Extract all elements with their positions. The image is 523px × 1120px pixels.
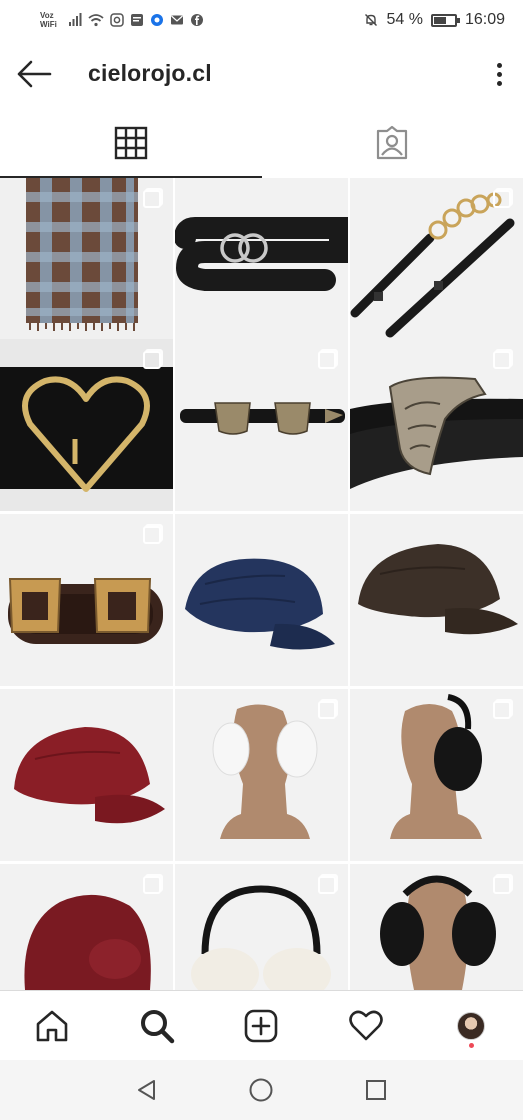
mute-bell-icon [365, 14, 378, 26]
heart-icon [349, 1010, 383, 1040]
recents-square-icon [365, 1080, 386, 1100]
search-icon [140, 1009, 175, 1043]
system-back-button[interactable] [127, 1070, 167, 1110]
carrier-label: Voz WiFi [40, 11, 62, 29]
post-cream-earmuffs[interactable] [175, 864, 348, 990]
tab-posts-grid[interactable] [0, 108, 262, 178]
wifi-icon [88, 14, 104, 27]
post-red-fur-hat[interactable] [0, 864, 173, 990]
signal-icon [69, 13, 82, 26]
page-title: cielorojo.cl [88, 60, 212, 86]
brown-newsboy-cap-image [350, 514, 523, 686]
status-right: 54 % 16:09 [364, 11, 505, 29]
mail-notification-icon [171, 15, 183, 25]
multi-post-icon [143, 876, 161, 894]
nav-new-post[interactable] [235, 1000, 287, 1052]
nav-profile[interactable] [445, 1000, 497, 1052]
message-notification-icon [131, 14, 143, 26]
post-black-fur-earmuffs[interactable] [350, 864, 523, 990]
multi-post-icon [493, 876, 511, 894]
system-recents-button[interactable] [356, 1070, 396, 1110]
carrier-line-1: Voz [40, 11, 54, 20]
nav-home[interactable] [26, 1000, 78, 1052]
post-heart-buckle-belt[interactable] [0, 339, 173, 511]
battery-percent: 54 % [386, 11, 423, 28]
carrier-line-2: WiFi [40, 20, 57, 29]
post-navy-newsboy-cap[interactable] [175, 514, 348, 686]
battery-icon [430, 13, 460, 27]
battery-fill [433, 16, 446, 24]
arrow-left-icon [17, 60, 52, 88]
status-left: Voz WiFi [40, 11, 204, 29]
back-button[interactable] [14, 56, 54, 92]
home-icon [36, 1010, 68, 1041]
red-newsboy-cap-image [0, 689, 173, 861]
nav-activity[interactable] [340, 1000, 392, 1052]
multi-post-icon [143, 190, 161, 208]
tab-tagged[interactable] [262, 108, 523, 178]
bottom-navigation [0, 990, 523, 1060]
post-brown-newsboy-cap[interactable] [350, 514, 523, 686]
grid-icon [114, 126, 147, 160]
clock: 16:09 [464, 11, 505, 28]
post-white-earmuffs[interactable] [175, 689, 348, 861]
multi-post-icon [143, 351, 161, 369]
browser-notification-icon [151, 14, 163, 26]
more-vertical-icon [496, 62, 502, 68]
system-navigation [0, 1060, 523, 1120]
status-bar: Voz WiFi 54 % 16:09 [0, 0, 523, 40]
multi-post-icon [318, 701, 336, 719]
post-red-newsboy-cap[interactable] [0, 689, 173, 861]
multi-post-icon [318, 351, 336, 369]
nav-search[interactable] [131, 1000, 183, 1052]
facebook-notification-icon [191, 14, 203, 26]
post-gold-double-buckle-belt[interactable] [0, 514, 173, 686]
multi-post-icon [493, 190, 511, 208]
post-western-double-buckle-belt[interactable] [175, 339, 348, 511]
post-plaid-scarf[interactable] [0, 178, 173, 350]
double-ring-belt-image [175, 178, 348, 350]
multi-post-icon [493, 351, 511, 369]
multi-post-icon [493, 701, 511, 719]
profile-tabs [0, 108, 523, 178]
post-engraved-buckle-belt[interactable] [350, 339, 523, 511]
instagram-notification-icon [110, 13, 124, 27]
notification-dot [468, 1042, 474, 1048]
options-button[interactable] [489, 58, 509, 90]
profile-avatar [456, 1011, 485, 1040]
post-double-ring-belt[interactable] [175, 178, 348, 350]
post-chain-belt[interactable] [350, 178, 523, 350]
tagged-icon [377, 125, 408, 160]
add-post-icon [245, 1009, 278, 1042]
home-circle-icon [249, 1078, 273, 1102]
system-home-button[interactable] [241, 1070, 281, 1110]
post-black-earmuffs[interactable] [350, 689, 523, 861]
multi-post-icon [143, 526, 161, 544]
app-header: cielorojo.cl [0, 40, 523, 108]
navy-newsboy-cap-image [175, 514, 348, 686]
multi-post-icon [318, 876, 336, 894]
posts-grid [0, 178, 523, 990]
back-triangle-icon [138, 1080, 156, 1100]
